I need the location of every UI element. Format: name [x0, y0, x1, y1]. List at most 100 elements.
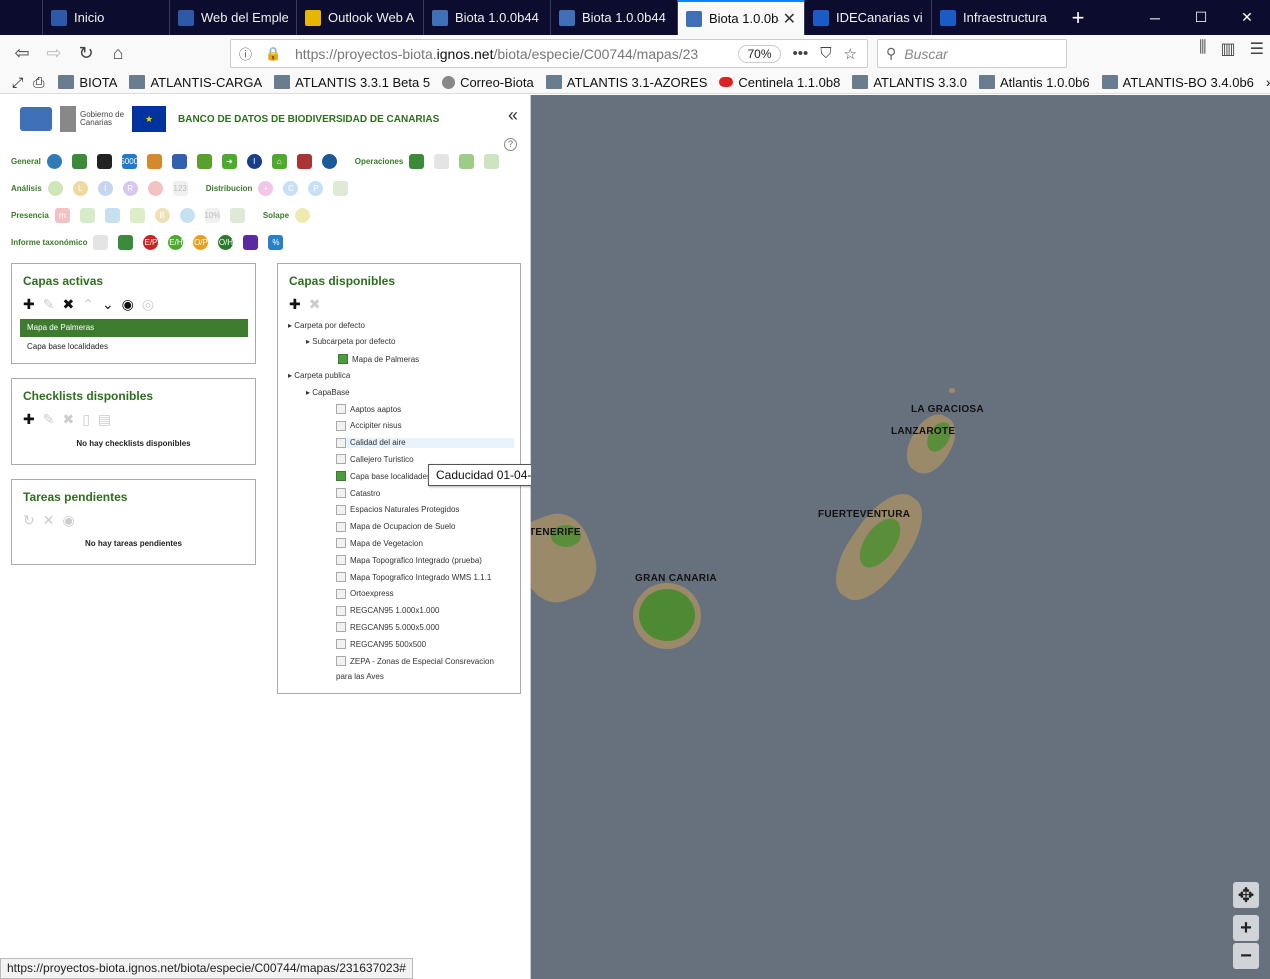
ruler-icon[interactable] [146, 153, 162, 169]
menu-icon[interactable]: ☰ [1250, 39, 1264, 59]
tab-3[interactable]: Biota 1.0.0b44 [423, 0, 550, 35]
tab-0[interactable]: Inicio [42, 0, 169, 35]
histogram-icon[interactable] [229, 207, 245, 223]
eh-icon[interactable]: E/H [168, 234, 184, 250]
tree-layer-item[interactable]: Callejero Turistico [336, 454, 414, 465]
bookmark-item[interactable]: Correo-Biota [442, 75, 534, 90]
show-icon[interactable]: ◎ [142, 296, 154, 313]
more-bookmarks-icon[interactable]: » [1266, 74, 1270, 90]
measure-area-icon[interactable] [171, 153, 187, 169]
checkbox[interactable] [336, 437, 346, 448]
pointer-icon[interactable] [96, 153, 112, 169]
home-tool-icon[interactable]: ⌂ [271, 153, 287, 169]
scale-icon[interactable]: 5000 [120, 153, 138, 169]
filter-icon[interactable] [104, 207, 120, 223]
page-actions-icon[interactable]: ••• [793, 45, 809, 63]
l-icon[interactable]: L [72, 180, 88, 196]
close-tab-icon[interactable]: ✕ [783, 9, 796, 29]
delete-layer-icon[interactable]: ✖ [62, 296, 74, 313]
diagonal-icon[interactable] [243, 234, 259, 250]
ep-icon[interactable]: E/P [143, 234, 159, 250]
checkbox[interactable] [336, 656, 346, 666]
tree-layer-item[interactable]: Espacios Naturales Protegidos [336, 504, 459, 515]
tree-layer-item[interactable]: Mapa de Ocupacion de Suelo [336, 521, 455, 532]
tree-folder-default[interactable]: ▸ Carpeta por defecto [288, 321, 365, 330]
download-icon[interactable] [484, 153, 500, 169]
tree-layer-item[interactable]: Capa base localidades [336, 471, 431, 482]
url-text[interactable]: https://proyectos-biota.ignos.net/biota/… [295, 46, 738, 62]
layers-list-icon[interactable] [196, 153, 212, 169]
map-view[interactable]: TENERIFE GRAN CANARIA FUERTEVENTURA LANZ… [531, 95, 1270, 979]
tree-layer-item[interactable]: REGCAN95 1.000x1.000 [336, 605, 439, 616]
zoom-out-button[interactable]: − [1233, 943, 1259, 969]
checkbox[interactable] [338, 354, 348, 364]
resize-icon[interactable]: ⤢ [12, 74, 23, 91]
text-doc-icon[interactable]: ▤ [98, 411, 111, 428]
checkbox[interactable] [336, 538, 346, 549]
tree-layer-item[interactable]: REGCAN95 500x500 [336, 639, 426, 650]
tree-item-mapa-palmeras[interactable]: Mapa de Palmeras [338, 354, 419, 364]
pdf-icon[interactable]: ▯ [82, 411, 90, 428]
add-available-icon[interactable]: ✚ [289, 296, 301, 313]
checkbox[interactable] [336, 471, 346, 482]
bookmark-item[interactable]: Centinela 1.1.0b8 [719, 75, 840, 90]
checkbox[interactable] [336, 404, 346, 414]
globe-icon[interactable] [46, 153, 62, 169]
bookmark-item[interactable]: ATLANTIS 3.1-AZORES [545, 75, 707, 90]
url-bar[interactable]: ⓘ 🔒 https://proyectos-biota.ignos.net/bi… [230, 39, 868, 68]
forward-button[interactable]: ⇨ [38, 39, 70, 67]
bookmark-item[interactable]: ATLANTIS-CARGA [129, 75, 262, 90]
library-icon[interactable]: ⫼ [1199, 39, 1206, 59]
home-button[interactable]: ⌂ [102, 39, 134, 67]
close-window-icon[interactable]: ✕ [1224, 0, 1270, 35]
b-icon[interactable]: B [154, 207, 170, 223]
tree-layer-item[interactable]: Mapa de Vegetacion [336, 538, 423, 549]
tab-7[interactable]: Infraestructura d [931, 0, 1058, 35]
m-icon[interactable]: m [54, 207, 70, 223]
checkbox[interactable] [336, 639, 346, 650]
add-document-icon[interactable] [459, 153, 475, 169]
help-icon[interactable]: ? [504, 138, 517, 151]
tree-layer-item[interactable]: Mapa Topografico Integrado WMS 1.1.1 [336, 572, 491, 582]
select-icon[interactable] [71, 153, 87, 169]
book-icon[interactable] [296, 153, 312, 169]
add-layer-icon[interactable]: ✚ [23, 296, 35, 313]
info-icon[interactable]: ⓘ [239, 44, 257, 63]
bookmark-item[interactable]: ATLANTIS 3.3.1 Beta 5 [274, 75, 430, 90]
pie-chart-icon[interactable] [47, 180, 63, 196]
zoom-indicator[interactable]: 70% [738, 44, 781, 63]
mountain-icon[interactable] [118, 234, 134, 250]
cancel-icon[interactable]: ✕ [43, 512, 55, 529]
edit-layer-icon[interactable]: ✎ [43, 296, 55, 313]
overlap-icon[interactable] [295, 207, 311, 223]
bar-chart-icon[interactable] [333, 180, 349, 196]
checkbox[interactable] [336, 420, 346, 431]
tree-layer-item[interactable]: Accipiter nisus [336, 420, 402, 431]
document-icon[interactable] [434, 153, 450, 169]
info-tool-icon[interactable]: I [246, 153, 262, 169]
pocket-icon[interactable]: ⛉ [820, 45, 831, 63]
active-layer-item[interactable]: Mapa de Palmeras [20, 319, 248, 337]
remove-available-icon[interactable]: ✖ [309, 296, 321, 313]
tree-layer-item[interactable]: Calidad del aire [336, 437, 514, 448]
tree-folder-capabase[interactable]: ▸ CapaBase [306, 388, 350, 397]
tab-2[interactable]: Outlook Web Ap [296, 0, 423, 35]
tab-4[interactable]: Biota 1.0.0b44 [550, 0, 677, 35]
plus-circle-icon[interactable]: + [258, 180, 274, 196]
checkbox[interactable] [336, 504, 346, 515]
print-tool-icon[interactable] [409, 153, 425, 169]
sidebar-icon[interactable]: ▥ [1221, 39, 1236, 59]
checkbox[interactable] [336, 488, 346, 498]
add-checklist-icon[interactable]: ✚ [23, 411, 35, 428]
bookmark-item[interactable]: ATLANTIS 3.3.0 [852, 75, 967, 90]
i-icon[interactable]: I [97, 180, 113, 196]
bookmark-item[interactable]: BIOTA [58, 75, 117, 90]
chart-circle-icon[interactable] [179, 207, 195, 223]
tree-layer-item[interactable]: Ortoexpress [336, 588, 394, 599]
arrow-right-icon[interactable]: ➜ [221, 153, 237, 169]
reload-button[interactable]: ↻ [70, 39, 102, 67]
checkbox[interactable] [336, 622, 346, 633]
checkbox[interactable] [336, 588, 346, 599]
stop-icon[interactable] [147, 180, 163, 196]
r-icon[interactable]: R [122, 180, 138, 196]
